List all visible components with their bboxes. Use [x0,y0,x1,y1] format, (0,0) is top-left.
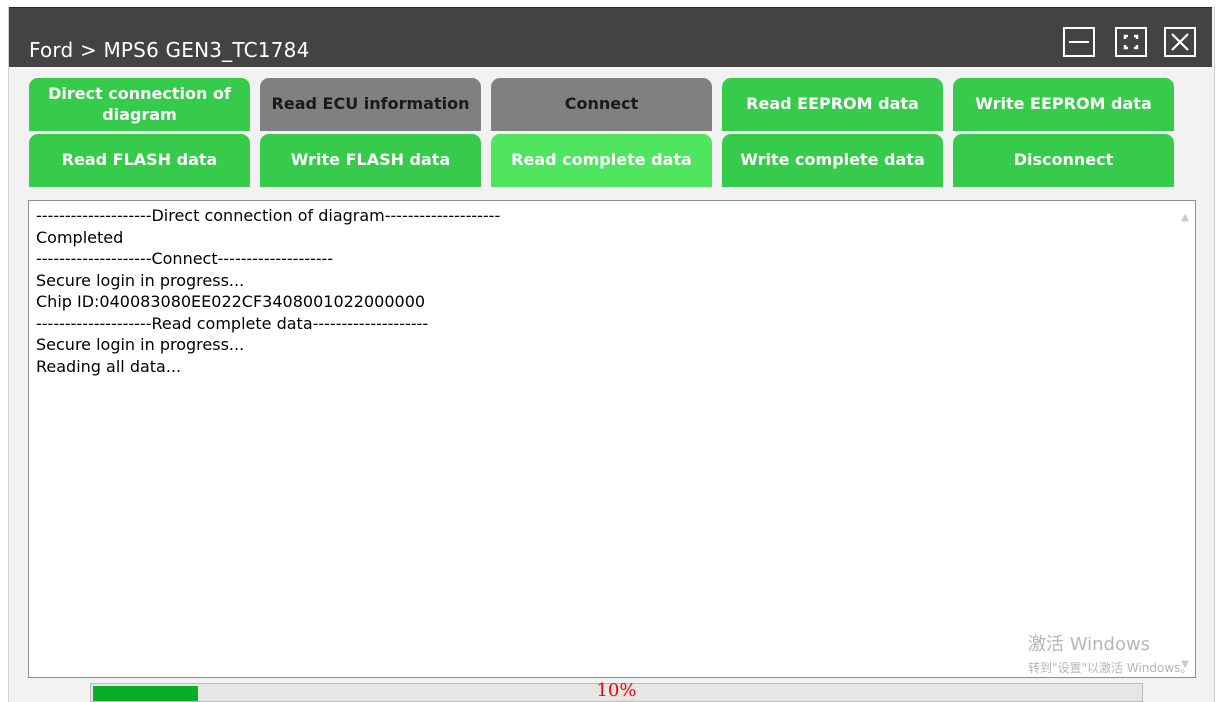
log-line: --------------------Direct connection of… [36,206,501,225]
log-line: Completed [36,227,124,247]
progress-percent: 10% [596,680,637,701]
read-ecu-info-button[interactable]: Read ECU information [260,78,481,131]
progress-bar: 10% [90,680,1143,702]
write-flash-button[interactable]: Write FLASH data [260,134,481,187]
read-flash-button[interactable]: Read FLASH data [29,134,250,187]
write-complete-data-button[interactable]: Write complete data [722,134,943,187]
log-output[interactable]: --------------------Direct connection of… [28,200,1196,678]
watermark-title: 激活 Windows [1028,634,1151,655]
watermark-subtitle: 转到"设置"以激活 Windows。 [1028,661,1193,675]
connect-button[interactable]: Connect [491,78,712,131]
windows-activation-watermark: 激活 Windows 转到"设置"以激活 Windows。 [1028,630,1192,676]
title-bar: Ford > MPS6 GEN3_TC1784 [9,7,1212,67]
log-line: Chip ID:040083080EE022CF3408001022000000 [36,292,426,311]
minimize-icon [1069,41,1089,43]
fullscreen-icon [1123,34,1139,50]
log-line: --------------------Read complete data--… [36,313,429,333]
log-line: --------------------Connect-------------… [36,249,334,268]
log-line: Secure login in progress... [36,335,245,354]
window-title: Ford > MPS6 GEN3_TC1784 [29,38,310,62]
disconnect-button[interactable]: Disconnect [953,134,1174,187]
close-icon [1171,33,1189,51]
direct-connection-button[interactable]: Direct connection of diagram [29,78,250,131]
read-eeprom-button[interactable]: Read EEPROM data [722,78,943,131]
scroll-up-arrow-icon[interactable]: ▲ [1181,207,1189,229]
log-line: Secure login in progress... [36,270,245,290]
minimize-button[interactable] [1063,27,1095,57]
log-line: Reading all data... [36,356,182,376]
function-button-grid: Direct connection of diagram Read ECU in… [29,78,1175,187]
close-button[interactable] [1164,27,1196,57]
read-complete-data-button[interactable]: Read complete data [491,134,712,187]
write-eeprom-button[interactable]: Write EEPROM data [953,78,1174,131]
maximize-button[interactable] [1115,27,1147,57]
